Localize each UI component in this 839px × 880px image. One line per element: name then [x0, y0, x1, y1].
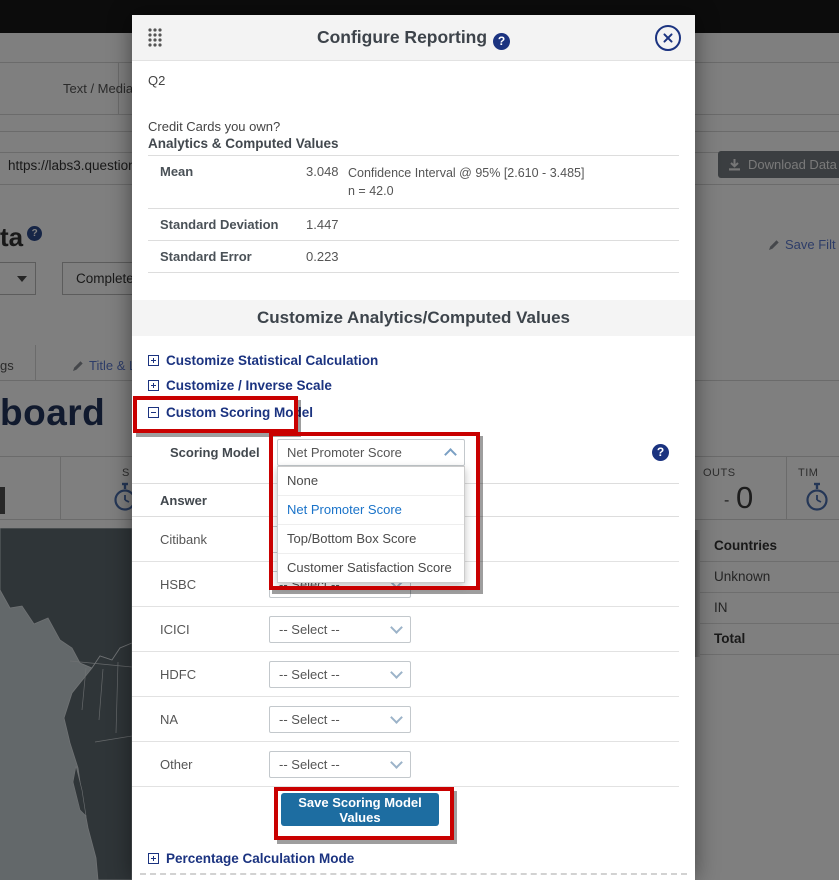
table-row: NA -- Select --	[132, 697, 679, 742]
stat-note	[348, 249, 679, 264]
accordion-label: Customize / Inverse Scale	[166, 378, 332, 393]
question-code: Q2	[148, 73, 165, 88]
divider	[140, 873, 687, 875]
table-row: Other -- Select --	[132, 742, 679, 787]
scoring-model-options-list: None Net Promoter Score Top/Bottom Box S…	[277, 466, 465, 583]
close-icon[interactable]	[655, 25, 681, 51]
accordion-label: Percentage Calculation Mode	[166, 851, 354, 866]
chevron-down-icon	[390, 666, 403, 679]
chevron-down-icon	[390, 711, 403, 724]
save-scoring-model-button[interactable]: Save Scoring Model Values	[281, 793, 439, 826]
help-icon[interactable]: ?	[652, 444, 669, 461]
modal-title: Configure Reporting	[317, 27, 487, 47]
table-row: Standard Deviation 1.447	[148, 209, 679, 241]
modal-title-row: Configure Reporting?	[132, 27, 695, 50]
select-placeholder: -- Select --	[279, 757, 340, 772]
scoring-model-select[interactable]: Net Promoter Score	[277, 439, 465, 466]
answer-label: HSBC	[132, 577, 269, 592]
table-row: Mean 3.048 Confidence Interval @ 95% [2.…	[148, 156, 679, 209]
answer-score-select[interactable]: -- Select --	[269, 706, 411, 733]
expand-icon	[148, 853, 159, 864]
table-row: Standard Error 0.223	[148, 241, 679, 273]
answer-score-select[interactable]: -- Select --	[269, 751, 411, 778]
question-text: Credit Cards you own?	[148, 119, 280, 134]
answer-score-select[interactable]: -- Select --	[269, 616, 411, 643]
chevron-down-icon	[390, 756, 403, 769]
modal-header: Configure Reporting?	[132, 15, 695, 61]
analytics-header: Analytics & Computed Values	[148, 136, 339, 151]
accordion-statistical-calculation[interactable]: Customize Statistical Calculation	[148, 353, 378, 368]
accordion-label: Customize Statistical Calculation	[166, 353, 378, 368]
table-row: HDFC -- Select --	[132, 652, 679, 697]
select-placeholder: -- Select --	[279, 622, 340, 637]
stat-label: Standard Error	[148, 249, 288, 264]
scoring-model-selected-value: Net Promoter Score	[287, 445, 402, 460]
answer-label: Citibank	[132, 532, 269, 547]
stat-note	[348, 217, 679, 232]
answer-label: HDFC	[132, 667, 269, 682]
collapse-icon	[148, 407, 159, 418]
answer-label: Other	[132, 757, 269, 772]
option-customer-satisfaction-score[interactable]: Customer Satisfaction Score	[278, 553, 464, 582]
answer-score-select[interactable]: -- Select --	[269, 661, 411, 688]
expand-icon	[148, 355, 159, 366]
option-none[interactable]: None	[278, 467, 464, 495]
scoring-model-dropdown: Net Promoter Score None Net Promoter Sco…	[277, 439, 465, 466]
stat-note: Confidence Interval @ 95% [2.610 - 3.485…	[348, 164, 679, 200]
answer-label: NA	[132, 712, 269, 727]
expand-icon	[148, 380, 159, 391]
stat-value: 1.447	[288, 217, 348, 232]
analytics-table: Mean 3.048 Confidence Interval @ 95% [2.…	[148, 155, 679, 273]
scoring-model-label: Scoring Model	[170, 445, 260, 460]
accordion-inverse-scale[interactable]: Customize / Inverse Scale	[148, 378, 332, 393]
stat-label: Mean	[148, 164, 288, 200]
accordion-percentage-calculation-mode[interactable]: Percentage Calculation Mode	[148, 851, 354, 866]
select-placeholder: -- Select --	[279, 667, 340, 682]
answer-label: ICICI	[132, 622, 269, 637]
stat-value: 3.048	[288, 164, 348, 200]
accordion-label: Custom Scoring Model	[166, 405, 313, 420]
configure-reporting-modal: Configure Reporting? Q2 Credit Cards you…	[132, 15, 695, 880]
stat-value: 0.223	[288, 249, 348, 264]
option-net-promoter-score[interactable]: Net Promoter Score	[278, 495, 464, 524]
accordion-custom-scoring-model[interactable]: Custom Scoring Model	[148, 405, 313, 420]
option-top-bottom-box-score[interactable]: Top/Bottom Box Score	[278, 524, 464, 553]
chevron-up-icon	[444, 448, 457, 461]
screen: Text / Media https://labs3.questionpr Do…	[0, 0, 839, 880]
chevron-down-icon	[390, 621, 403, 634]
help-icon[interactable]: ?	[493, 33, 510, 50]
table-row: ICICI -- Select --	[132, 607, 679, 652]
stat-label: Standard Deviation	[148, 217, 288, 232]
select-placeholder: -- Select --	[279, 712, 340, 727]
customize-section-header: Customize Analytics/Computed Values	[132, 300, 695, 336]
